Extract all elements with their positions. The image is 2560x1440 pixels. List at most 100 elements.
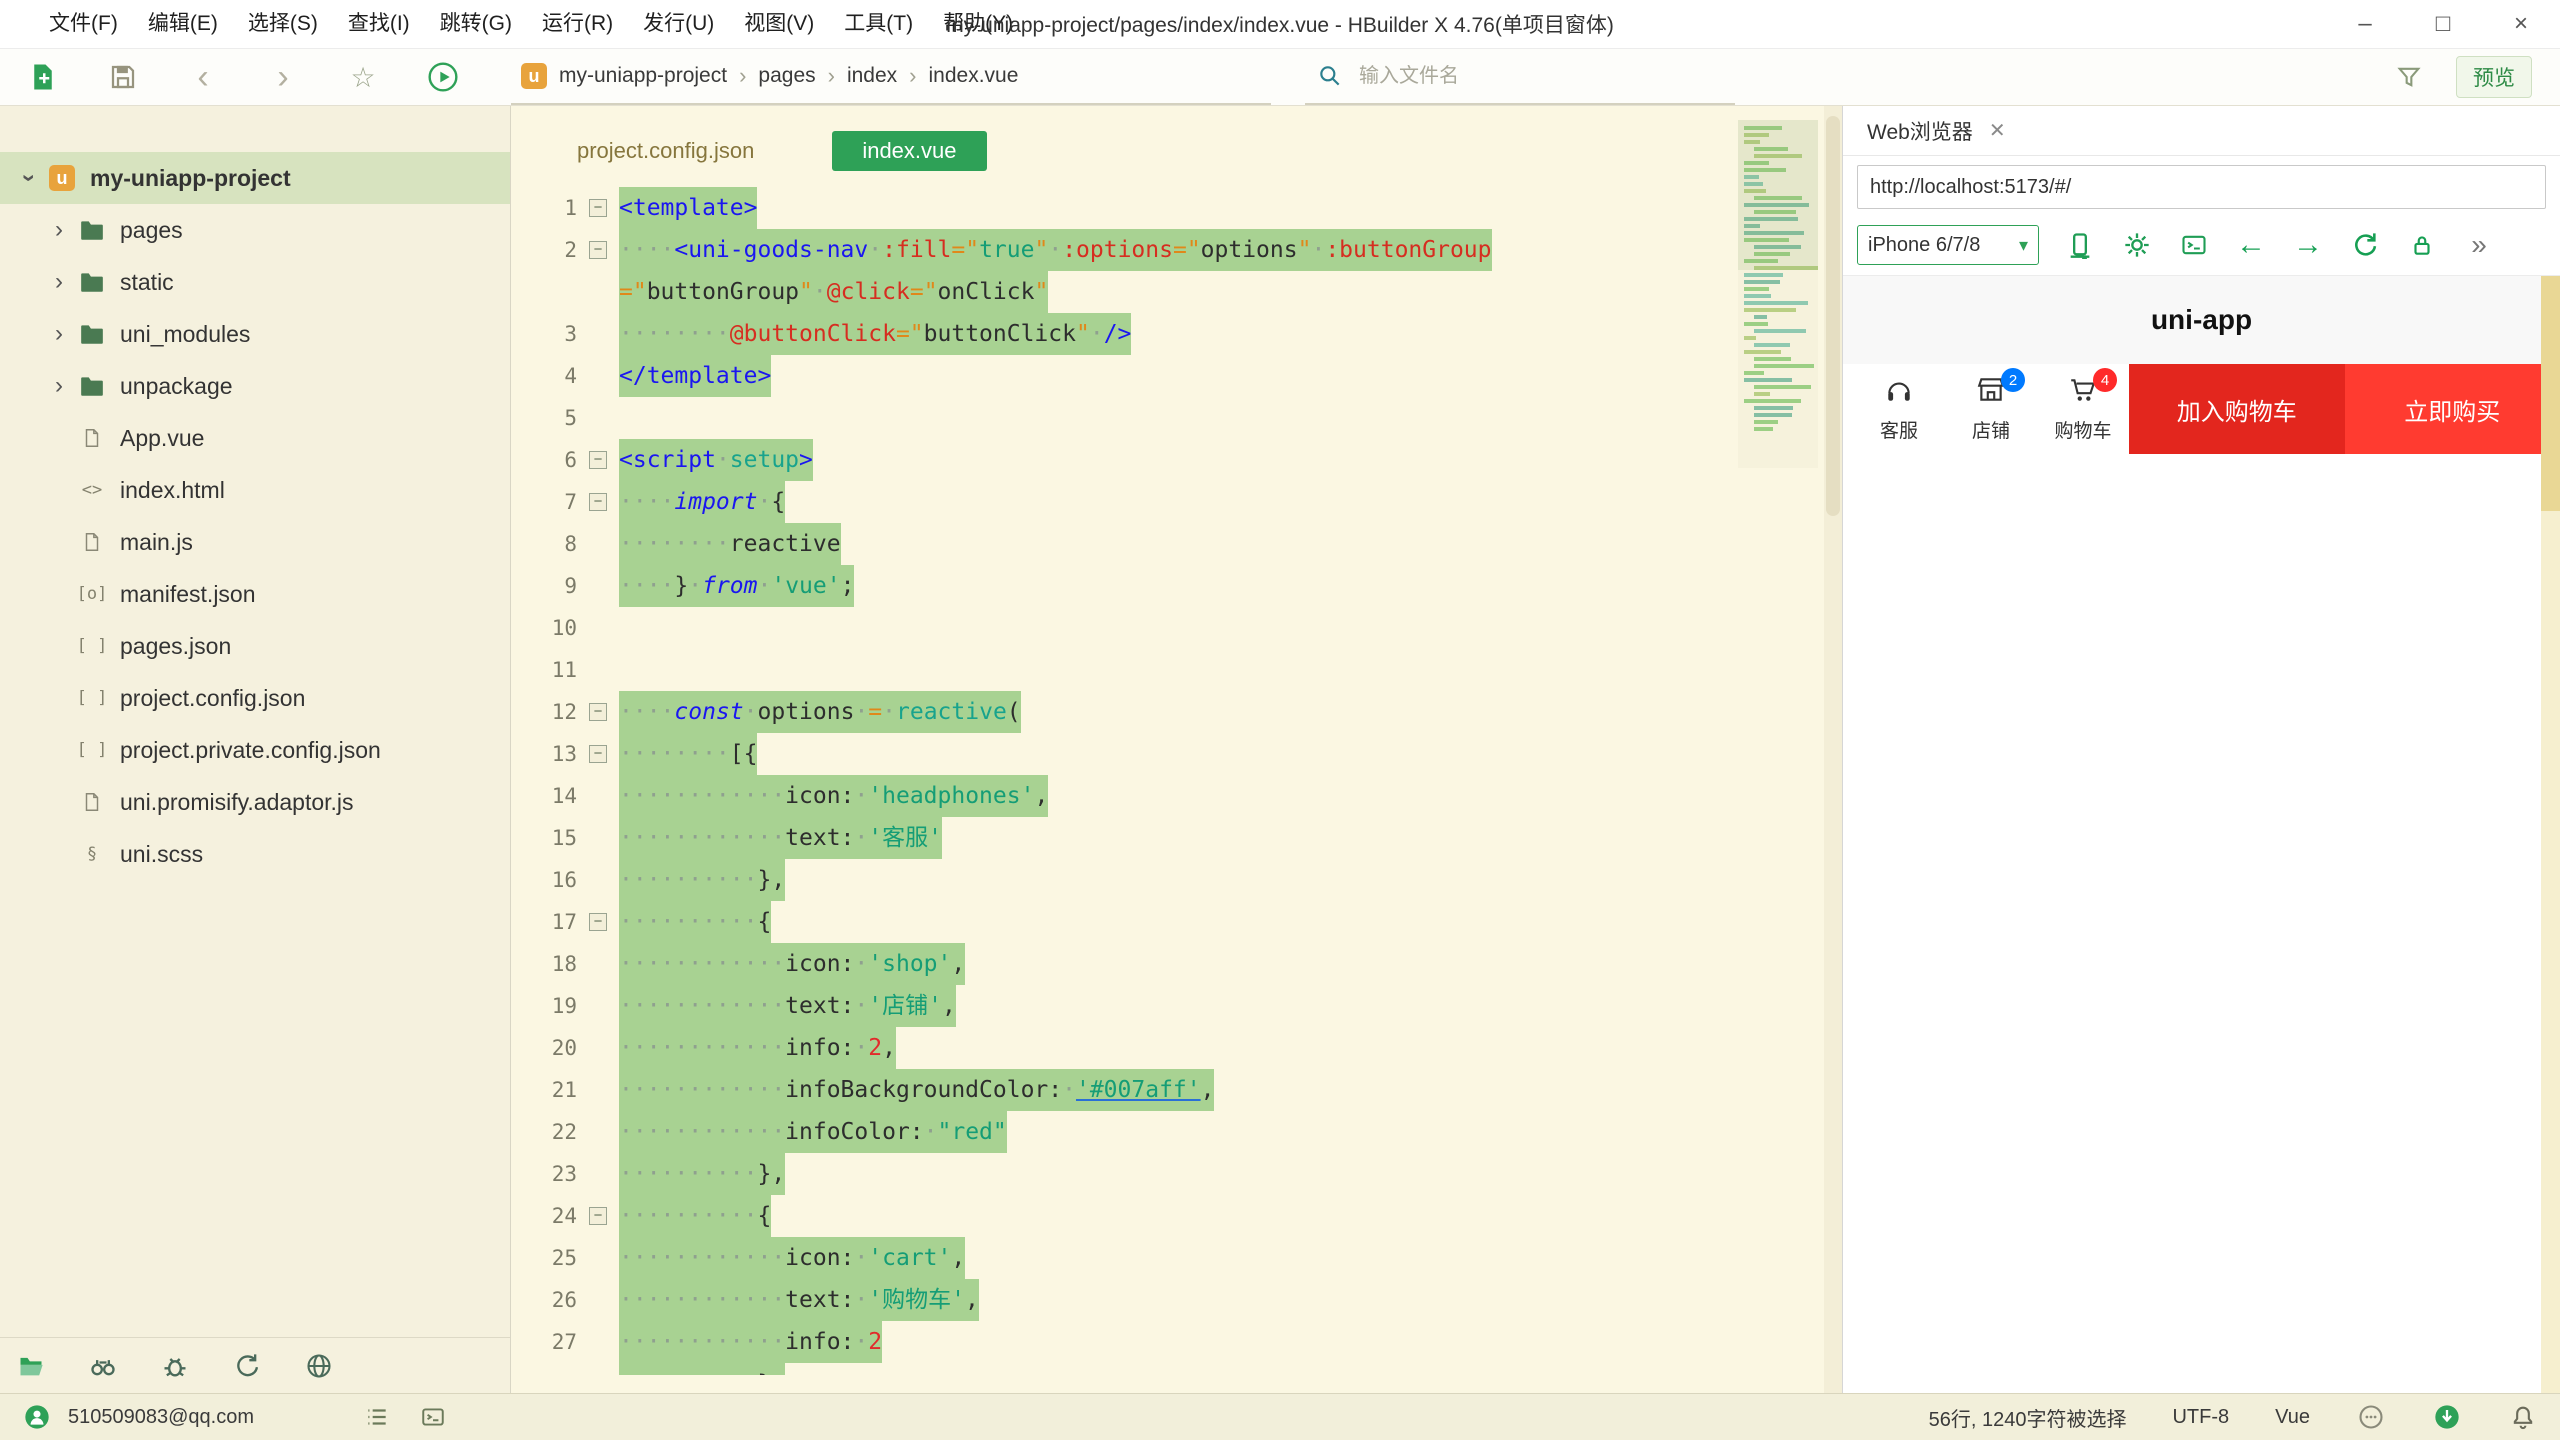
goods-nav-item-购物车[interactable]: 购物车4	[2037, 364, 2129, 454]
terminal-icon[interactable]	[418, 1402, 448, 1432]
menu-item-8[interactable]: 工具(T)	[829, 0, 928, 48]
menu-item-5[interactable]: 运行(R)	[527, 0, 628, 48]
minimap[interactable]	[1738, 120, 1818, 468]
chevron-right-icon[interactable]: ›	[44, 216, 74, 244]
breadcrumb-item-0[interactable]: my-uniapp-project	[559, 64, 727, 88]
filter-funnel-icon[interactable]	[2392, 60, 2426, 94]
forward-icon[interactable]: ›	[266, 60, 300, 94]
preview-scrollbar-track[interactable]	[2541, 276, 2560, 1393]
goods-nav-item-店铺[interactable]: 店铺2	[1945, 364, 2037, 454]
save-icon[interactable]	[106, 60, 140, 94]
browser-tab[interactable]: Web浏览器	[1867, 116, 1973, 146]
run-icon[interactable]	[426, 60, 460, 94]
tree-item-project.config.json[interactable]: [ ]project.config.json	[0, 672, 510, 724]
file-search-input[interactable]	[1359, 65, 1735, 88]
maximize-button[interactable]: □	[2404, 0, 2482, 48]
tree-item-uni.promisify.adaptor.js[interactable]: uni.promisify.adaptor.js	[0, 776, 510, 828]
fold-marker-icon[interactable]: −	[589, 451, 607, 469]
settings-gear-icon[interactable]	[2121, 229, 2153, 261]
update-download-icon[interactable]	[2432, 1402, 2462, 1432]
browser-forward-icon[interactable]: →	[2292, 229, 2324, 261]
new-file-icon[interactable]	[26, 60, 60, 94]
browser-back-icon[interactable]: ←	[2235, 229, 2267, 261]
breadcrumb-item-1[interactable]: pages	[758, 64, 815, 88]
fold-marker-icon[interactable]: −	[589, 493, 607, 511]
open-folder-icon[interactable]	[16, 1351, 46, 1381]
outline-list-icon[interactable]	[362, 1402, 392, 1432]
editor-scrollbar-thumb[interactable]	[1826, 116, 1840, 516]
tree-item-pages.json[interactable]: [ ]pages.json	[0, 620, 510, 672]
browser-tab-close-icon[interactable]: ✕	[1989, 118, 2006, 143]
selected-text: </template>	[619, 355, 771, 397]
code-area[interactable]: 1−<template>2−····<uni-goods-nav·:fill="…	[511, 171, 1842, 1375]
fold-marker-icon[interactable]: −	[589, 241, 607, 259]
status-bar: 510509083@qq.com 56行, 1240字符被选择 UTF-8 Vu…	[0, 1393, 2560, 1440]
chevron-right-icon[interactable]: ›	[44, 268, 74, 296]
tab-index.vue[interactable]: index.vue	[832, 131, 986, 171]
tree-item-index.html[interactable]: <>index.html	[0, 464, 510, 516]
file-tree: › u my-uniapp-project ›pages›static›uni_…	[0, 106, 510, 880]
code-line: 15············text:·'客服'	[511, 817, 1842, 859]
console-icon[interactable]	[2178, 229, 2210, 261]
minimize-button[interactable]: –	[2326, 0, 2404, 48]
rotate-device-icon[interactable]	[2064, 229, 2096, 261]
button-加入购物车[interactable]: 加入购物车	[2129, 364, 2345, 454]
chevron-right-icon[interactable]: ›	[44, 372, 74, 400]
close-button[interactable]: ×	[2482, 0, 2560, 48]
preview-button[interactable]: 预览	[2456, 56, 2532, 98]
back-icon[interactable]: ‹	[186, 60, 220, 94]
encoding-indicator[interactable]: UTF-8	[2172, 1406, 2229, 1429]
file-icon	[74, 789, 110, 815]
tree-item-pages[interactable]: ›pages	[0, 204, 510, 256]
browser-refresh-icon[interactable]	[2349, 229, 2381, 261]
breadcrumb-item-3[interactable]: index.vue	[928, 64, 1018, 88]
editor-scrollbar-track[interactable]	[1824, 106, 1842, 1393]
fold-marker-icon[interactable]: −	[589, 199, 607, 217]
menu-item-7[interactable]: 视图(V)	[729, 0, 829, 48]
tree-item-uni.scss[interactable]: §uni.scss	[0, 828, 510, 880]
chevron-right-icon[interactable]: ›	[44, 320, 74, 348]
menu-item-6[interactable]: 发行(U)	[628, 0, 729, 48]
tree-root-my-uniapp-project[interactable]: › u my-uniapp-project	[0, 152, 510, 204]
fold-marker-icon[interactable]: −	[589, 745, 607, 763]
notification-bell-icon[interactable]	[2508, 1402, 2538, 1432]
menu-item-1[interactable]: 编辑(E)	[133, 0, 233, 48]
feedback-icon[interactable]	[2356, 1402, 2386, 1432]
code-line: 17−··········{	[511, 901, 1842, 943]
menu-item-3[interactable]: 查找(I)	[333, 0, 425, 48]
globe-icon[interactable]	[304, 1351, 334, 1381]
tree-item-unpackage[interactable]: ›unpackage	[0, 360, 510, 412]
language-indicator[interactable]: Vue	[2275, 1406, 2310, 1429]
breadcrumb-item-2[interactable]: index	[847, 64, 897, 88]
device-select[interactable]: iPhone 6/7/8 ▾	[1857, 225, 2039, 265]
url-input[interactable]	[1857, 165, 2546, 209]
menu-item-4[interactable]: 跳转(G)	[425, 0, 527, 48]
binoculars-icon[interactable]	[88, 1351, 118, 1381]
preview-scrollbar-thumb[interactable]	[2541, 276, 2560, 511]
button-立即购买[interactable]: 立即购买	[2345, 364, 2560, 454]
tree-item-project.private.config.json[interactable]: [ ]project.private.config.json	[0, 724, 510, 776]
more-chevrons-icon[interactable]: »	[2463, 229, 2495, 261]
menu-item-0[interactable]: 文件(F)	[34, 0, 133, 48]
goods-nav-label: 客服	[1880, 416, 1918, 443]
debug-icon[interactable]	[160, 1351, 190, 1381]
account-email[interactable]: 510509083@qq.com	[68, 1406, 254, 1429]
tree-item-uni_modules[interactable]: ›uni_modules	[0, 308, 510, 360]
goods-nav-item-客服[interactable]: 客服	[1853, 364, 1945, 454]
selection-info[interactable]: 56行, 1240字符被选择	[1929, 1403, 2127, 1432]
chevron-down-icon[interactable]: ›	[15, 163, 43, 193]
app-preview: uni-app 客服店铺2购物车4 加入购物车立即购买	[1843, 275, 2560, 1393]
tab-project.config.json[interactable]: project.config.json	[563, 131, 768, 171]
fold-marker-icon[interactable]: −	[589, 1207, 607, 1225]
tree-item-static[interactable]: ›static	[0, 256, 510, 308]
user-account-icon[interactable]	[22, 1402, 52, 1432]
refresh-icon[interactable]	[232, 1351, 262, 1381]
tree-item-manifest.json[interactable]: [o]manifest.json	[0, 568, 510, 620]
menu-item-2[interactable]: 选择(S)	[233, 0, 333, 48]
fold-marker-icon[interactable]: −	[589, 913, 607, 931]
lock-icon[interactable]	[2406, 229, 2438, 261]
favorite-icon[interactable]: ☆	[346, 60, 380, 94]
tree-item-App.vue[interactable]: App.vue	[0, 412, 510, 464]
tree-item-main.js[interactable]: main.js	[0, 516, 510, 568]
fold-marker-icon[interactable]: −	[589, 703, 607, 721]
